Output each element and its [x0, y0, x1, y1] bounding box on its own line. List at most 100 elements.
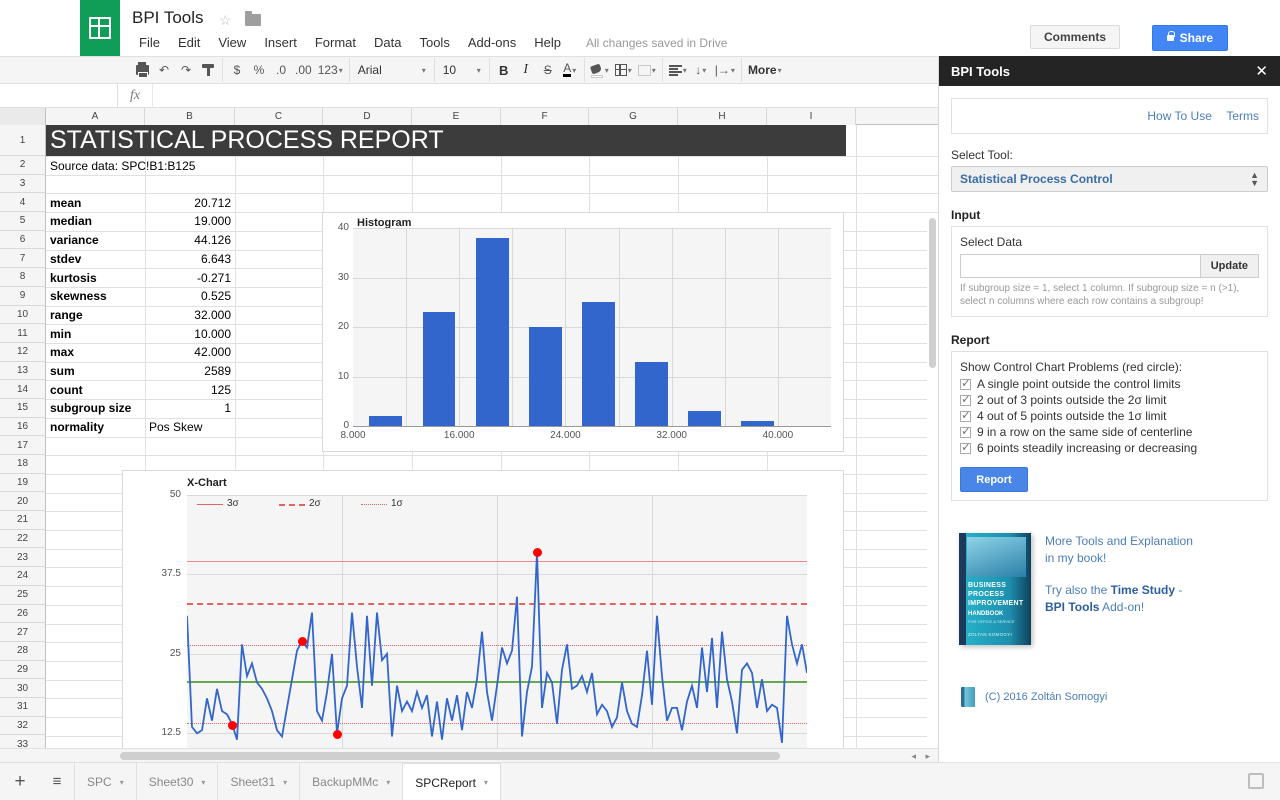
row-header-8[interactable]: 8 — [0, 268, 46, 287]
row-header-13[interactable]: 13 — [0, 361, 46, 381]
currency-icon[interactable]: $ — [226, 59, 248, 81]
menu-help[interactable]: Help — [525, 32, 570, 53]
histogram-bar[interactable] — [635, 361, 668, 426]
row-header-32[interactable]: 32 — [0, 716, 46, 736]
horizontal-scrollbar[interactable]: ◂ ▸ — [0, 748, 938, 762]
x-chart[interactable]: X-Chart 12.5 25 37.5 50 3σ 2σ 1σ — [122, 470, 844, 762]
checkbox-icon[interactable] — [960, 392, 971, 406]
terms-link[interactable]: Terms — [1226, 109, 1259, 123]
column-header-i[interactable]: I — [767, 108, 856, 125]
bold-icon[interactable]: B — [493, 59, 515, 81]
cell-a8-kurtosis[interactable]: kurtosis — [46, 268, 145, 287]
checkbox-row-4-of-5[interactable]: 4 out of 5 points outside the 1σ limit — [960, 408, 1259, 423]
cell-a15-subgroup-size[interactable]: subgroup size — [46, 399, 145, 418]
column-header-a[interactable]: A — [46, 108, 145, 125]
row-header-14[interactable]: 14 — [0, 380, 46, 399]
control-chart-violation-marker[interactable] — [297, 636, 307, 646]
row-header-22[interactable]: 22 — [0, 529, 46, 549]
cell-a12-max[interactable]: max — [46, 343, 145, 362]
cell-b15-value[interactable]: 1 — [145, 399, 235, 418]
merge-cells-icon[interactable]: ▾ — [635, 59, 659, 81]
row-header-15[interactable]: 15 — [0, 398, 46, 418]
name-box[interactable] — [0, 83, 118, 108]
sheet-tab-sheet31[interactable]: Sheet31 ▾ — [217, 763, 301, 800]
checkbox-icon[interactable] — [960, 424, 971, 438]
add-sheet-icon[interactable]: + — [0, 763, 40, 800]
cell-a6-variance[interactable]: variance — [46, 231, 145, 250]
cell-b13-value[interactable]: 2589 — [145, 362, 235, 381]
decrease-decimal-icon[interactable]: .0 — [270, 59, 292, 81]
row-header-16[interactable]: 16 — [0, 417, 46, 437]
checkbox-row-2-of-3[interactable]: 2 out of 3 points outside the 2σ limit — [960, 392, 1259, 407]
function-icon[interactable]: fx — [118, 88, 152, 104]
row-header-10[interactable]: 10 — [0, 305, 46, 325]
undo-icon[interactable]: ↶ — [153, 59, 175, 81]
row-header-2[interactable]: 2 — [0, 156, 46, 175]
increase-decimal-icon[interactable]: .00 — [292, 59, 315, 81]
histogram-bar[interactable] — [422, 312, 456, 426]
cell-b11-value[interactable]: 10.000 — [145, 324, 235, 343]
scroll-right-arrow[interactable]: ▸ — [925, 751, 930, 762]
folder-icon[interactable] — [245, 11, 261, 26]
row-header-29[interactable]: 29 — [0, 660, 46, 680]
formula-input[interactable] — [152, 83, 938, 108]
chevron-down-icon[interactable]: ▾ — [120, 778, 124, 787]
italic-icon[interactable]: I — [515, 59, 537, 81]
checkbox-icon[interactable] — [960, 408, 971, 422]
menu-insert[interactable]: Insert — [255, 32, 306, 53]
sheet-tab-spc[interactable]: SPC ▾ — [74, 763, 137, 800]
row-header-4[interactable]: 4 — [0, 193, 46, 213]
cell-a13-sum[interactable]: sum — [46, 362, 145, 381]
histogram-bar[interactable] — [475, 237, 509, 426]
chevron-down-icon[interactable]: ▾ — [201, 778, 205, 787]
sheet-tab-backupmmc[interactable]: BackupMMc ▾ — [299, 763, 404, 800]
chevron-down-icon[interactable]: ▾ — [484, 778, 488, 787]
cell-b10-value[interactable]: 32.000 — [145, 306, 235, 325]
cell-a10-range[interactable]: range — [46, 306, 145, 325]
explore-icon[interactable] — [1248, 773, 1264, 789]
histogram-chart[interactable]: Histogram 0 10 20 30 40 8.000 16.000 24.000 32.0… — [322, 212, 844, 452]
row-header-3[interactable]: 3 — [0, 174, 46, 194]
column-header-c[interactable]: C — [235, 108, 323, 125]
menu-format[interactable]: Format — [306, 32, 365, 53]
row-header-12[interactable]: 12 — [0, 342, 46, 362]
cell-b6-value[interactable]: 44.126 — [145, 231, 235, 250]
borders-icon[interactable]: ▾ — [612, 59, 635, 81]
cell-b4-value[interactable]: 20.712 — [145, 193, 235, 212]
all-sheets-icon[interactable]: ≡ — [40, 763, 74, 800]
cell-a2-source-data[interactable]: Source data: SPC!B1:B125 — [46, 156, 236, 175]
histogram-bar[interactable] — [741, 421, 775, 426]
promo-line-2[interactable]: in my book! — [1045, 550, 1193, 567]
percent-icon[interactable]: % — [248, 59, 270, 81]
row-header-7[interactable]: 7 — [0, 249, 46, 269]
horizontal-align-icon[interactable]: ▾ — [666, 59, 690, 81]
fill-color-icon[interactable]: ▾ — [588, 59, 612, 81]
cell-b12-value[interactable]: 42.000 — [145, 343, 235, 362]
row-header-1[interactable]: 1 — [0, 125, 46, 156]
row-header-25[interactable]: 25 — [0, 585, 46, 605]
menu-tools[interactable]: Tools — [410, 32, 458, 53]
row-header-11[interactable]: 11 — [0, 324, 46, 343]
report-button[interactable]: Report — [960, 467, 1028, 492]
row-header-31[interactable]: 31 — [0, 697, 46, 717]
row-header-20[interactable]: 20 — [0, 492, 46, 512]
menu-view[interactable]: View — [209, 32, 255, 53]
vertical-align-icon[interactable]: ↓ ▾ — [690, 59, 712, 81]
cell-a16-normality[interactable]: normality — [46, 418, 145, 437]
column-header-d[interactable]: D — [323, 108, 412, 125]
cell-b14-value[interactable]: 125 — [145, 380, 235, 399]
sheet-tab-spcreport[interactable]: SPCReport ▾ — [402, 763, 501, 800]
star-icon[interactable]: ☆ — [219, 12, 232, 29]
print-icon[interactable] — [131, 59, 153, 81]
cell-a9-skewness[interactable]: skewness — [46, 287, 145, 306]
share-button[interactable]: Share — [1151, 25, 1228, 51]
checkbox-row-9-in-a-row[interactable]: 9 in a row on the same side of centerlin… — [960, 424, 1259, 439]
cell-a4-mean[interactable]: mean — [46, 193, 145, 212]
select-all-corner[interactable] — [0, 108, 46, 125]
book-cover-image[interactable]: BUSINESS PROCESS IMPROVEMENT HANDBOOK FO… — [959, 533, 1031, 645]
row-header-6[interactable]: 6 — [0, 230, 46, 250]
strikethrough-icon[interactable]: S — [537, 59, 559, 81]
menu-addons[interactable]: Add-ons — [459, 32, 525, 53]
more-menu[interactable]: More ▾ — [745, 59, 785, 81]
menu-file[interactable]: File — [130, 32, 169, 53]
